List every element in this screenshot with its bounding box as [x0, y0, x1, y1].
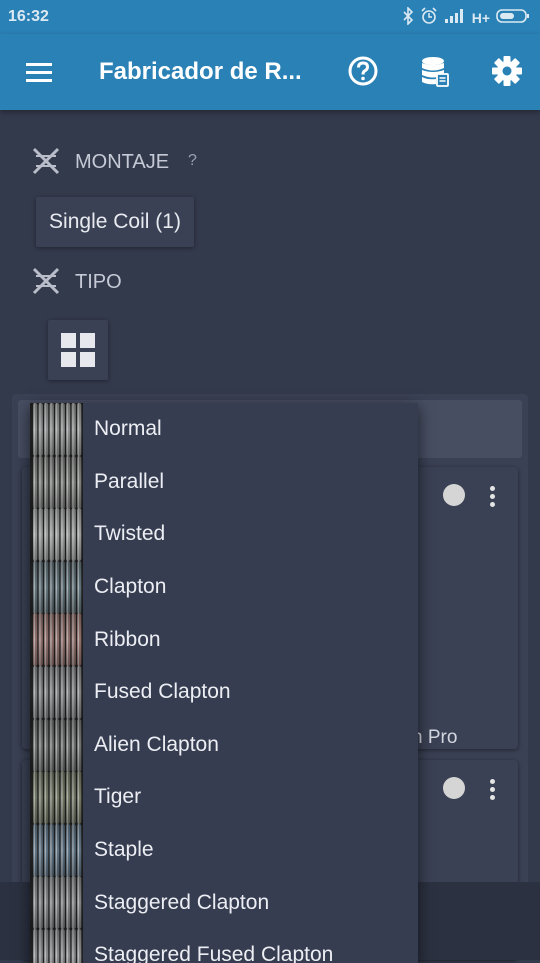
coil-thumbnail-icon [30, 876, 83, 929]
coil-icon [30, 145, 62, 177]
section-tipo-label: TIPO [75, 271, 122, 293]
dropdown-item[interactable]: Tiger [30, 771, 418, 824]
dropdown-item[interactable]: Clapton [30, 560, 418, 614]
dropdown-item-label: Parallel [94, 469, 165, 493]
database-icon[interactable] [418, 54, 452, 88]
dropdown-item[interactable]: Parallel [30, 455, 418, 509]
coil-type-dropdown: Normal Parallel Twisted Clapton Ribbon Fused … [30, 403, 418, 963]
help-icon[interactable] [346, 54, 380, 88]
dropdown-item-label: Normal [94, 417, 162, 441]
coil-thumbnail-icon [30, 665, 83, 719]
dropdown-item-label: Staggered Fused Clapton [94, 943, 334, 963]
more-options-icon[interactable] [489, 486, 495, 510]
section-montaje-label: MONTAJE [75, 151, 170, 173]
dropdown-item-label: Staggered Clapton [94, 890, 270, 914]
dropdown-item[interactable]: Staggered Clapton [30, 876, 418, 929]
coil-thumbnail-icon [30, 928, 83, 963]
bluetooth-icon [402, 6, 414, 28]
network-type: H+ [471, 9, 490, 26]
coil-thumbnail-icon [30, 560, 83, 614]
dropdown-item-label: Tiger [94, 785, 142, 809]
dropdown-item[interactable]: Ribbon [30, 613, 418, 666]
color-dot[interactable] [443, 484, 465, 506]
dropdown-item-label: Ribbon [94, 627, 161, 651]
coil-thumbnail-icon [30, 718, 83, 772]
menu-icon[interactable] [22, 56, 56, 90]
dropdown-item[interactable]: Fused Clapton [30, 665, 418, 719]
coil-thumbnail-icon [30, 403, 83, 456]
status-time: 16:32 [8, 8, 49, 25]
dropdown-item[interactable]: Staple [30, 823, 418, 877]
dropdown-item-label: Twisted [94, 522, 166, 546]
grid-icon [61, 333, 95, 367]
status-bar: 16:32 H+ [0, 0, 540, 34]
signal-icon [444, 8, 466, 27]
alarm-icon [420, 7, 438, 28]
coil-thumbnail-icon [30, 613, 83, 666]
dropdown-item[interactable]: Normal [30, 403, 418, 456]
coil-thumbnail-icon [30, 455, 83, 509]
battery-icon [496, 8, 530, 27]
dropdown-item[interactable]: Alien Clapton [30, 718, 418, 772]
montaje-help[interactable]: ? [188, 152, 197, 170]
color-dot[interactable] [443, 777, 465, 799]
coil-icon [30, 265, 62, 297]
dropdown-item-label: Fused Clapton [94, 680, 231, 704]
coil-thumbnail-icon [30, 823, 83, 877]
settings-icon[interactable] [490, 54, 524, 88]
app-title: Fabricador de R... [99, 58, 302, 85]
card-label: n Pro [412, 727, 458, 748]
more-options-icon[interactable] [489, 779, 495, 803]
dropdown-item-label: Clapton [94, 575, 167, 599]
grid-view-button[interactable] [48, 320, 108, 380]
dropdown-item[interactable]: Twisted [30, 508, 418, 561]
app-bar: Fabricador de R... [0, 34, 540, 110]
dropdown-item-label: Staple [94, 838, 154, 862]
coil-thumbnail-icon [30, 771, 83, 824]
dropdown-item[interactable]: Staggered Fused Clapton [30, 928, 418, 963]
coil-thumbnail-icon [30, 508, 83, 561]
montaje-select[interactable]: Single Coil (1) [36, 197, 194, 247]
dropdown-item-label: Alien Clapton [94, 732, 219, 756]
